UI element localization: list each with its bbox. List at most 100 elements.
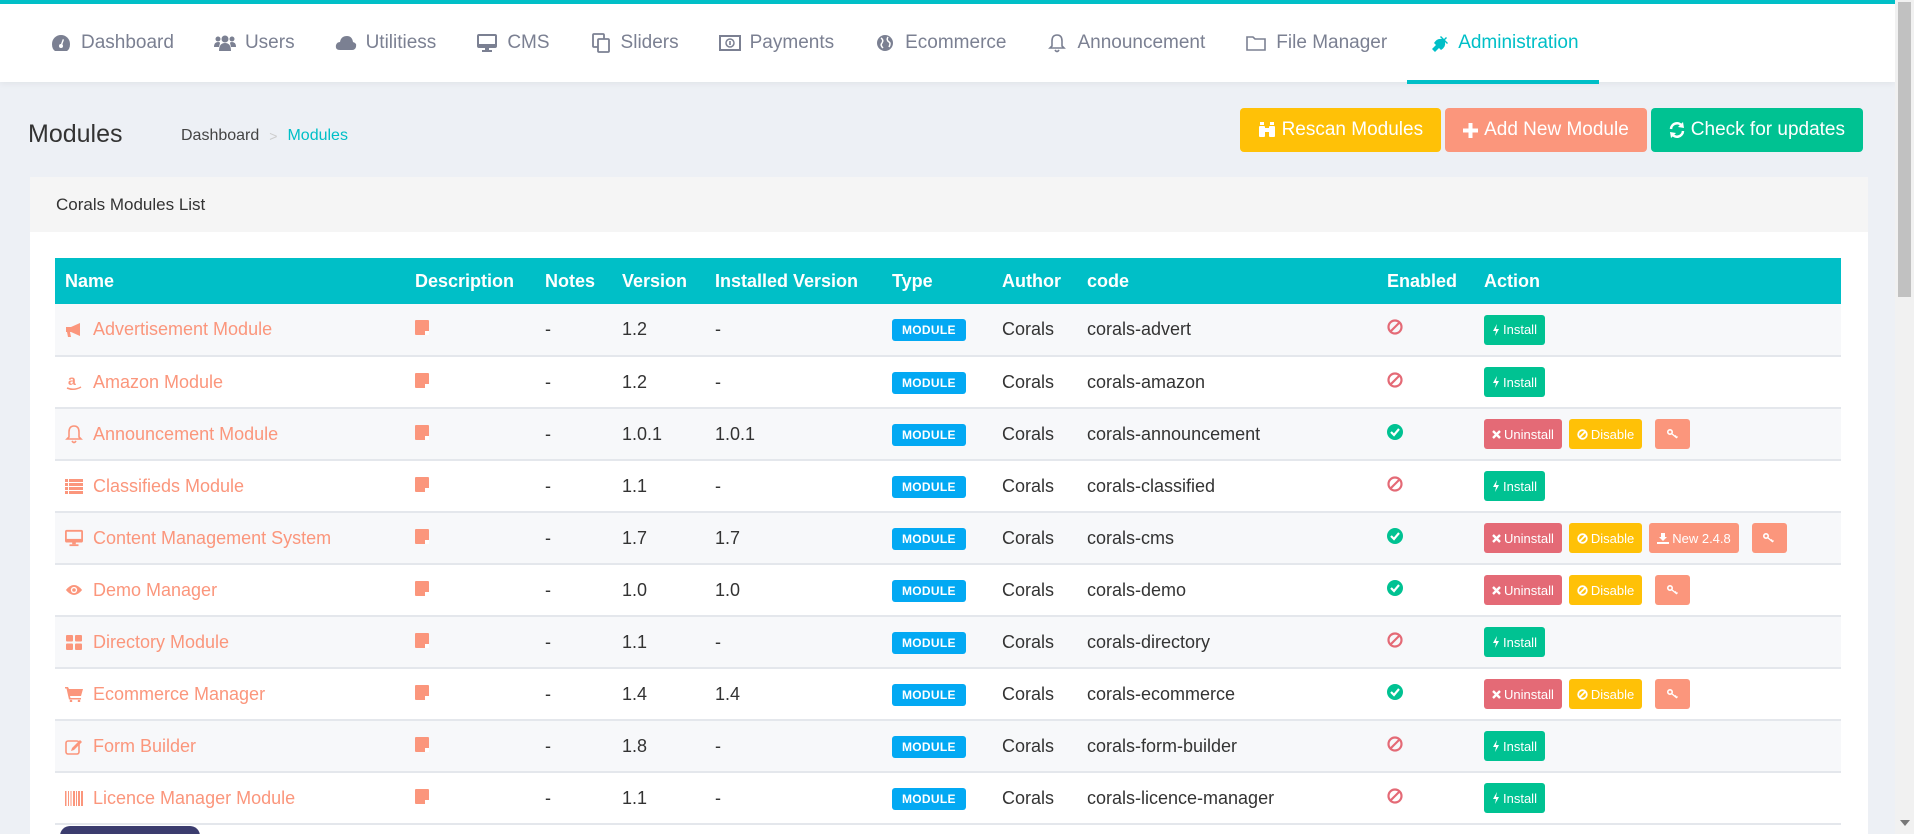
column-header-author[interactable]: Author [992, 258, 1077, 304]
module-name-link[interactable]: Advertisement Module [65, 319, 395, 340]
cell-version: 1.1 [622, 631, 648, 652]
sticky-note-icon[interactable] [415, 736, 429, 752]
modules-table: Name Description Notes Version Installed Ver… [55, 258, 1841, 825]
nav-item-announcement[interactable]: Announcement [1026, 4, 1225, 82]
uninstall-button[interactable]: Uninstall [1484, 575, 1562, 605]
install-button[interactable]: Install [1484, 783, 1545, 813]
cell-code: corals-classified [1087, 475, 1216, 496]
bolt-icon [1492, 323, 1500, 336]
module-name-link[interactable]: Content Management System [65, 528, 395, 549]
install-button[interactable]: Install [1484, 731, 1545, 761]
module-name-link[interactable]: Classifieds Module [65, 476, 395, 497]
license-key-button[interactable] [1655, 419, 1691, 449]
sticky-note-icon[interactable] [415, 320, 429, 335]
type-badge: MODULE [892, 475, 966, 498]
cell-author: Corals [1002, 423, 1055, 444]
module-name-link[interactable]: Demo Manager [65, 580, 395, 601]
module-name-link[interactable]: Form Builder [65, 736, 395, 757]
update-button[interactable]: New 2.4.8 [1649, 523, 1739, 553]
nav-item-users[interactable]: Users [194, 4, 315, 82]
column-header-notes[interactable]: Notes [535, 258, 612, 304]
install-label: Install [1503, 790, 1537, 806]
nav-item-file-manager[interactable]: File Manager [1225, 4, 1407, 82]
disable-button[interactable]: Disable [1568, 523, 1643, 553]
cell-notes: - [545, 683, 551, 704]
eye-icon [65, 583, 83, 597]
check-circle-icon [1387, 683, 1403, 700]
sticky-note-icon[interactable] [415, 476, 429, 492]
th-large-icon [65, 634, 83, 650]
download-icon [1657, 532, 1670, 544]
license-key-button[interactable] [1655, 679, 1691, 709]
table-row: Classifieds Module - 1.1 - MODULE Corals… [55, 460, 1841, 512]
cell-installed-version: 1.4 [715, 683, 741, 704]
nav-item-payments[interactable]: Payments [699, 4, 854, 82]
breadcrumb-dashboard[interactable]: Dashboard [181, 127, 259, 145]
scrollbar-thumb[interactable] [1898, 2, 1911, 297]
nav-item-administration[interactable]: Administration [1407, 4, 1599, 84]
column-header-version[interactable]: Version [612, 258, 705, 304]
sticky-note-icon[interactable] [415, 424, 429, 440]
scroll-down-arrow-icon[interactable] [1900, 820, 1910, 826]
module-name: Amazon Module [93, 371, 224, 392]
nav-item-sliders[interactable]: Sliders [570, 4, 699, 82]
page-scrollbar[interactable] [1895, 0, 1914, 834]
disable-label: Disable [1590, 426, 1635, 442]
rescan-modules-button[interactable]: Rescan Modules [1239, 108, 1442, 152]
nav-item-dashboard[interactable]: Dashboard [30, 4, 194, 82]
cell-enabled [1377, 408, 1474, 460]
disable-button[interactable]: Disable [1568, 679, 1643, 709]
uninstall-button[interactable]: Uninstall [1484, 419, 1562, 449]
nav-item-utilitiess[interactable]: Utilitiess [315, 4, 457, 82]
column-header-enabled[interactable]: Enabled [1377, 258, 1474, 304]
install-button[interactable]: Install [1484, 367, 1545, 397]
sticky-note-icon[interactable] [415, 632, 429, 648]
cell-version: 1.4 [622, 683, 648, 704]
cell-installed-version: - [715, 319, 721, 339]
ban-icon [1387, 735, 1403, 752]
cell-enabled [1377, 720, 1474, 772]
module-name-link[interactable]: Directory Module [65, 632, 395, 653]
disable-button[interactable]: Disable [1568, 419, 1643, 449]
column-header-name[interactable]: Name [55, 258, 405, 304]
uninstall-button[interactable]: Uninstall [1484, 523, 1562, 553]
column-header-installed-version[interactable]: Installed Version [705, 258, 882, 304]
install-button[interactable]: Install [1484, 627, 1545, 657]
cell-enabled [1377, 564, 1474, 616]
table-row: Demo Manager - 1.0 1.0 MODULE Corals cor… [55, 564, 1841, 616]
module-name-link[interactable]: Licence Manager Module [65, 788, 395, 809]
cell-version: 1.2 [622, 371, 648, 392]
check-for-updates-button[interactable]: Check for updates [1650, 108, 1863, 152]
table-row: Ecommerce Manager - 1.4 1.4 MODULE Coral… [55, 668, 1841, 720]
column-header-description[interactable]: Description [405, 258, 535, 304]
install-button[interactable]: Install [1484, 314, 1545, 345]
cell-enabled [1377, 616, 1474, 668]
license-key-button[interactable] [1655, 575, 1691, 605]
type-badge: MODULE [892, 527, 966, 550]
nav-item-ecommerce[interactable]: Ecommerce [854, 4, 1026, 82]
bolt-icon [1492, 376, 1500, 388]
bell-icon [1046, 32, 1068, 54]
refresh-icon [1669, 122, 1685, 138]
ban-icon [1387, 787, 1403, 804]
sticky-note-icon[interactable] [415, 788, 429, 804]
install-button[interactable]: Install [1484, 471, 1545, 501]
cell-installed-version: - [715, 475, 721, 496]
uninstall-button[interactable]: Uninstall [1484, 679, 1562, 709]
column-header-action[interactable]: Action [1474, 258, 1841, 304]
column-header-code[interactable]: code [1077, 258, 1377, 304]
column-header-type[interactable]: Type [882, 258, 992, 304]
sticky-note-icon[interactable] [415, 684, 429, 700]
module-name-link[interactable]: Ecommerce Manager [65, 684, 395, 705]
license-key-button[interactable] [1751, 523, 1787, 553]
floating-widget-tab[interactable] [60, 826, 200, 834]
sticky-note-icon[interactable] [415, 372, 429, 388]
nav-item-cms[interactable]: CMS [456, 4, 569, 82]
module-name-link[interactable]: a Amazon Module [65, 372, 395, 393]
add-new-module-button[interactable]: Add New Module [1445, 108, 1647, 152]
disable-button[interactable]: Disable [1568, 575, 1643, 605]
sticky-note-icon[interactable] [415, 528, 429, 544]
sticky-note-icon[interactable] [415, 580, 429, 596]
module-name-link[interactable]: Announcement Module [65, 424, 395, 445]
cell-installed-version: - [715, 371, 721, 392]
